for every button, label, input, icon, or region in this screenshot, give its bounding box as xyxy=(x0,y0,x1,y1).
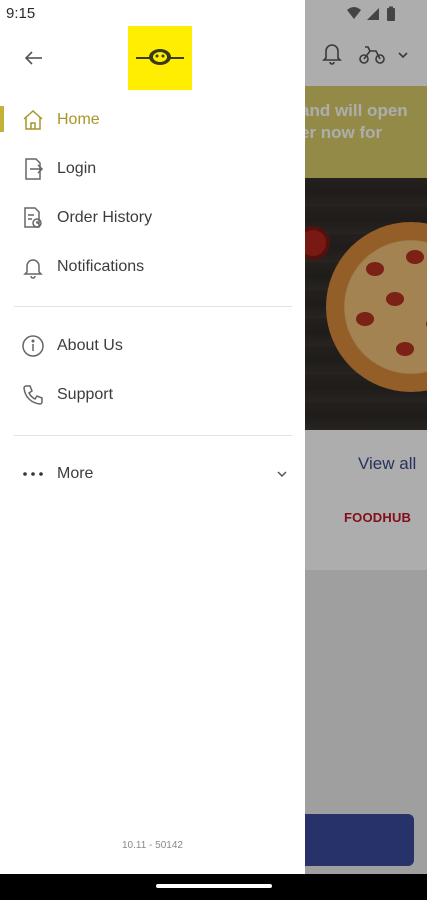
more-dots-icon xyxy=(23,472,43,476)
nav-item-more[interactable]: More xyxy=(0,452,305,496)
battery-icon xyxy=(387,6,395,21)
home-icon xyxy=(23,109,43,130)
wifi-icon xyxy=(347,7,361,19)
nav-item-about-us[interactable]: About Us xyxy=(0,324,305,368)
nav-label-about-us: About Us xyxy=(57,337,123,354)
status-bar: 9:15 xyxy=(0,0,427,28)
phone-icon xyxy=(23,385,43,405)
divider xyxy=(14,306,292,307)
login-icon xyxy=(25,158,44,180)
nav-item-support[interactable]: Support xyxy=(0,373,305,417)
nav-label-order-history: Order History xyxy=(57,209,153,226)
system-icons xyxy=(347,6,395,21)
nav-item-notifications[interactable]: Notifications xyxy=(0,245,305,289)
nav-label-support: Support xyxy=(57,386,114,403)
nav-label-home: Home xyxy=(57,111,100,128)
gesture-bar xyxy=(0,874,427,900)
chevron-down-icon xyxy=(277,471,287,478)
nav-label-more: More xyxy=(57,465,94,482)
order-history-icon xyxy=(24,207,42,228)
bell-icon xyxy=(23,259,43,279)
divider xyxy=(14,435,292,436)
nav-item-login[interactable]: Login xyxy=(0,147,305,191)
home-gesture-handle[interactable] xyxy=(156,884,272,888)
nav-label-notifications: Notifications xyxy=(57,258,145,275)
nav-item-home[interactable]: Home xyxy=(0,98,305,142)
info-icon xyxy=(22,335,44,357)
navigation-drawer: Home Login Order History Notifications A… xyxy=(0,0,305,874)
status-time: 9:15 xyxy=(6,5,36,22)
logo-emblem-icon xyxy=(136,49,184,65)
nav-label-login: Login xyxy=(57,160,97,177)
app-version: 10.11 - 50142 xyxy=(122,840,183,851)
restaurant-logo xyxy=(128,26,192,90)
back-arrow-icon[interactable] xyxy=(20,44,48,72)
nav-item-order-history[interactable]: Order History xyxy=(0,196,305,240)
signal-icon xyxy=(367,8,379,20)
